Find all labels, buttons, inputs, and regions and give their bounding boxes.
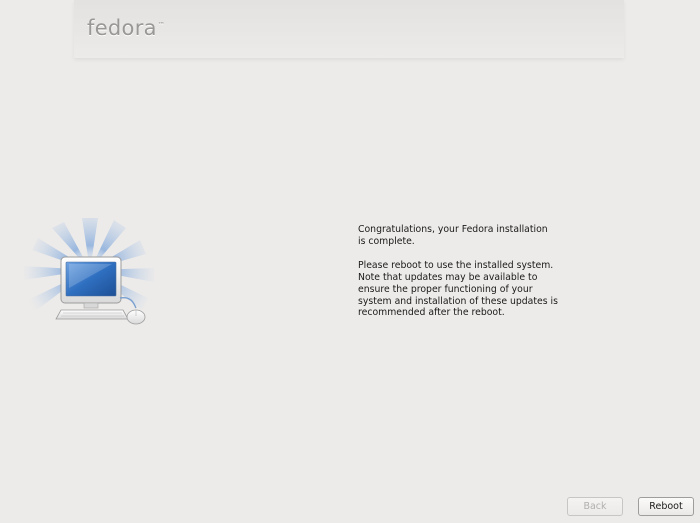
completion-message: Congratulations, your Fedora installatio… [358,224,558,331]
trademark-mark: ™ [157,21,166,29]
fedora-logo: fedora™ [87,16,165,40]
reboot-instructions-text: Please reboot to use the installed syste… [358,259,558,319]
reboot-button[interactable]: Reboot [638,497,694,516]
header-banner: fedora™ [74,0,624,58]
computer-illustration [24,218,164,333]
congratulations-text: Congratulations, your Fedora installatio… [358,224,548,247]
computer-icon [24,218,154,325]
back-button[interactable]: Back [567,497,623,516]
logo-text: fedora [87,16,157,40]
